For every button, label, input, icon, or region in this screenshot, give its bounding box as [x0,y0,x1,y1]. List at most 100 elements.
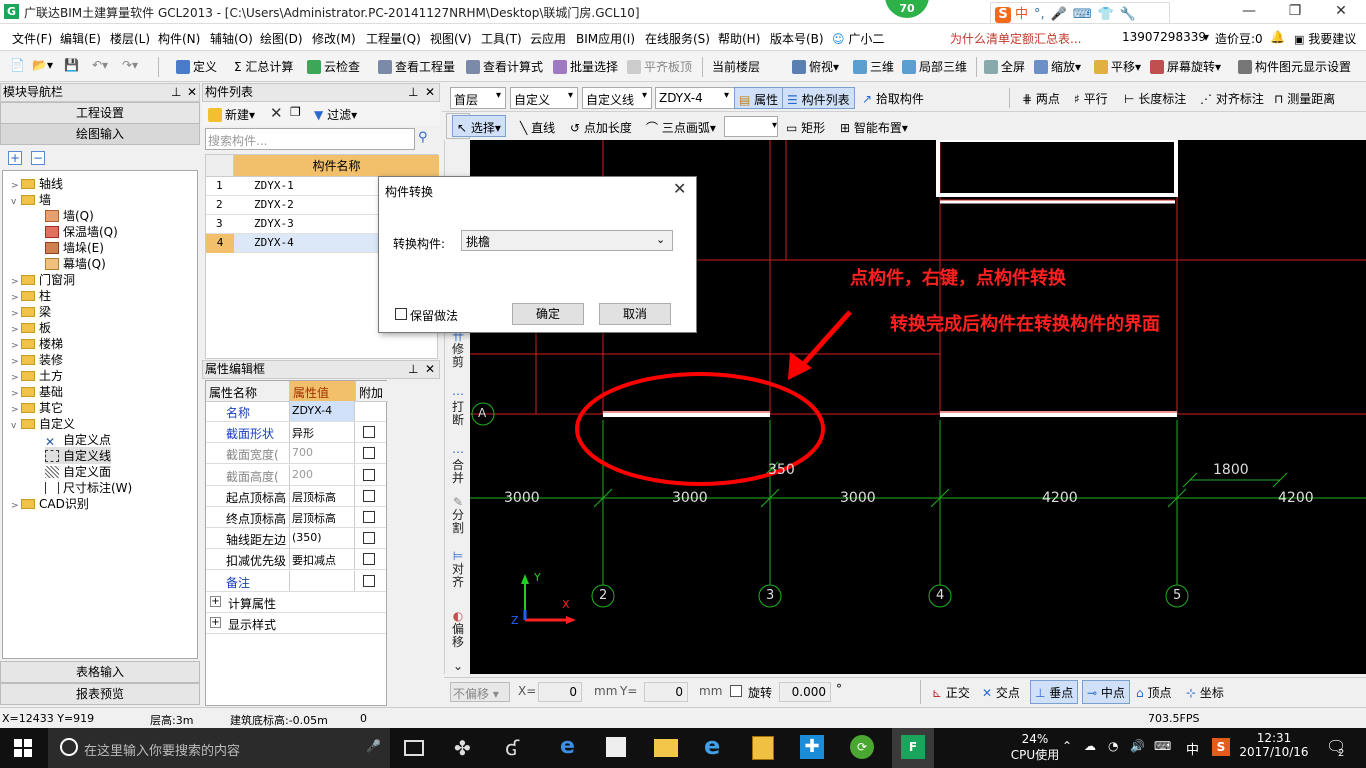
tree-item-openings[interactable]: > 门窗洞 [11,271,75,288]
property-row[interactable]: 轴线距左边 (350) [206,528,386,550]
close-button[interactable]: ✕ [1318,0,1364,24]
copy-icon[interactable]: ❐ [290,105,301,119]
cancel-button[interactable]: 取消 [599,303,671,325]
display-settings-button[interactable]: 构件图元显示设置 [1238,58,1351,75]
coordinate-snap-button[interactable]: ⊹ 坐标 [1186,684,1224,701]
property-row[interactable]: 截面高度(200 [206,464,386,486]
menu-quantity[interactable]: 工程量(Q) [366,30,421,47]
summary-calc-button[interactable]: Σ 汇总计算 [234,58,293,75]
tree-item-column[interactable]: > 柱 [11,287,51,304]
split-tool[interactable]: ✎ 分割 [449,496,467,535]
notes-app-icon[interactable] [752,736,774,760]
open-folder-icon[interactable]: 📂▾ [32,58,53,72]
tree-item-wall-q[interactable]: 墙(Q) [45,207,94,224]
menu-draw[interactable]: 绘图(D) [260,30,303,47]
select-button[interactable]: ↖ 选择▾ [452,115,506,137]
attach-checkbox[interactable] [363,574,375,587]
property-value[interactable]: 200 [289,464,355,485]
property-row[interactable]: 起点顶标高 层顶标高 [206,485,386,507]
vertex-snap-button[interactable]: ⌂ 顶点 [1136,684,1171,701]
merge-tool[interactable]: ⋯ 合并 [449,446,467,485]
property-row[interactable]: 名称 ZDYX-4 [206,401,386,422]
attach-checkbox[interactable] [363,468,375,481]
tree-item-other[interactable]: > 其它 [11,399,63,416]
line-button[interactable]: ╲ 直线 [520,119,555,136]
speaker-icon[interactable]: 🔊 [1130,739,1145,753]
ok-button[interactable]: 确定 [512,303,584,325]
menu-bim[interactable]: BIM应用(I) [576,30,635,47]
pin-icon[interactable]: ⊥ [408,84,418,101]
table-input-button[interactable]: 表格输入 [0,661,200,683]
property-value[interactable]: 层顶标高 [289,507,355,527]
task-view-icon[interactable] [404,740,424,756]
tree-item-stairs[interactable]: > 楼梯 [11,335,63,352]
expand-icon[interactable]: + [210,595,221,607]
cpu-usage[interactable]: 24% CPU使用 [1010,732,1060,763]
menu-tools[interactable]: 工具(T) [481,30,522,47]
length-dim-button[interactable]: ⊢ 长度标注 [1124,90,1186,107]
menu-view[interactable]: 视图(V) [430,30,472,47]
menu-component[interactable]: 构件(N) [158,30,200,47]
tree-item-wall-pier[interactable]: 墙垛(E) [45,239,104,256]
convert-component-select[interactable]: 挑檐 ⌄ [461,230,673,251]
property-button[interactable]: ▤ 属性 [734,87,784,109]
local-3d-button[interactable]: 局部三维 [902,58,967,75]
zoom-button[interactable]: 缩放▾ [1034,58,1081,75]
tree-item-insulation-wall[interactable]: 保温墙(Q) [45,223,118,240]
account-number[interactable]: 13907298339 [1122,30,1206,44]
rectangle-button[interactable]: ▭ 矩形 [786,119,825,136]
menu-cloud[interactable]: 云应用 [530,30,566,47]
align-dim-button[interactable]: ⋰ 对齐标注 [1200,90,1264,107]
new-file-icon[interactable]: 📄 [10,58,25,72]
search-icon[interactable]: ⚲ [418,130,428,145]
redo-icon[interactable]: ↷▾ [122,58,138,72]
microphone-icon[interactable]: 🎤 [366,739,381,753]
store-icon[interactable] [606,737,626,757]
property-value[interactable]: (350) [289,528,355,549]
tree-item-custom-face[interactable]: 自定义面 [45,463,111,480]
restore-button[interactable]: ❐ [1272,0,1318,24]
component-select[interactable]: ZDYX-4 [655,87,735,109]
midpoint-snap-button[interactable]: ⊸ 中点 [1082,680,1130,704]
intersection-snap-button[interactable]: ✕ 交点 [982,684,1020,701]
menu-file[interactable]: 文件(F) [12,30,52,47]
property-row[interactable]: 截面宽度(700 [206,443,386,465]
offset-tool[interactable]: ◐ 偏移 [449,610,467,649]
input-language[interactable]: 中 [1186,739,1199,758]
bell-icon[interactable]: 🔔 [1270,30,1285,44]
top-view-button[interactable]: 俯视▾ [792,58,839,75]
delete-icon[interactable]: ✕ [270,104,283,122]
menu-edit[interactable]: 编辑(E) [60,30,101,47]
tree-item-cad[interactable]: > CAD识别 [11,495,89,512]
collapse-all-icon[interactable]: − [31,151,45,165]
align-slab-top-button[interactable]: 平齐板顶 [627,58,692,75]
menu-online[interactable]: 在线服务(S) [645,30,710,47]
property-value[interactable]: 层顶标高 [289,485,355,506]
cloud-tray-icon[interactable]: ☁ [1084,739,1096,753]
property-value[interactable]: ZDYX-4 [289,401,355,421]
property-row[interactable]: 终点顶标高 层顶标高 [206,507,386,528]
close-icon[interactable]: ✕ [673,179,686,198]
attach-checkbox[interactable] [363,426,375,439]
pin-icon[interactable]: ⊥ [408,361,418,378]
project-settings-button[interactable]: 工程设置 [0,102,200,124]
ie-browser-icon[interactable]: e [704,732,720,760]
property-value[interactable]: 700 [289,443,355,464]
tree-item-custom-point[interactable]: ✕ 自定义点 [45,431,111,448]
chevron-down-icon[interactable]: ▾ [1203,30,1209,44]
view-quantity-button[interactable]: 查看工程量 [378,58,455,75]
tree-item-decoration[interactable]: > 装修 [11,351,63,368]
chevron-down-icon[interactable]: ▾ [724,90,729,101]
two-point-button[interactable]: ⋕ 两点 [1022,90,1060,107]
attach-checkbox[interactable] [363,511,375,523]
taskbar-search[interactable]: 在这里输入你要搜索的内容 🎤 [48,728,390,768]
y-coordinate-input[interactable]: 0 [644,682,688,702]
draw-input-button[interactable]: 绘图输入 [0,123,200,145]
edge-browser-icon[interactable]: e [560,734,575,759]
component-list-button[interactable]: ☰ 构件列表 [782,87,855,109]
x-coordinate-input[interactable]: 0 [538,682,582,702]
component-search-input[interactable]: 搜索构件... [205,128,415,150]
tree-item-custom-line[interactable]: 自定义线 [45,447,112,464]
current-floor-select[interactable]: 当前楼层 [712,58,760,75]
clock[interactable]: 12:31 2017/10/16 [1238,731,1310,759]
